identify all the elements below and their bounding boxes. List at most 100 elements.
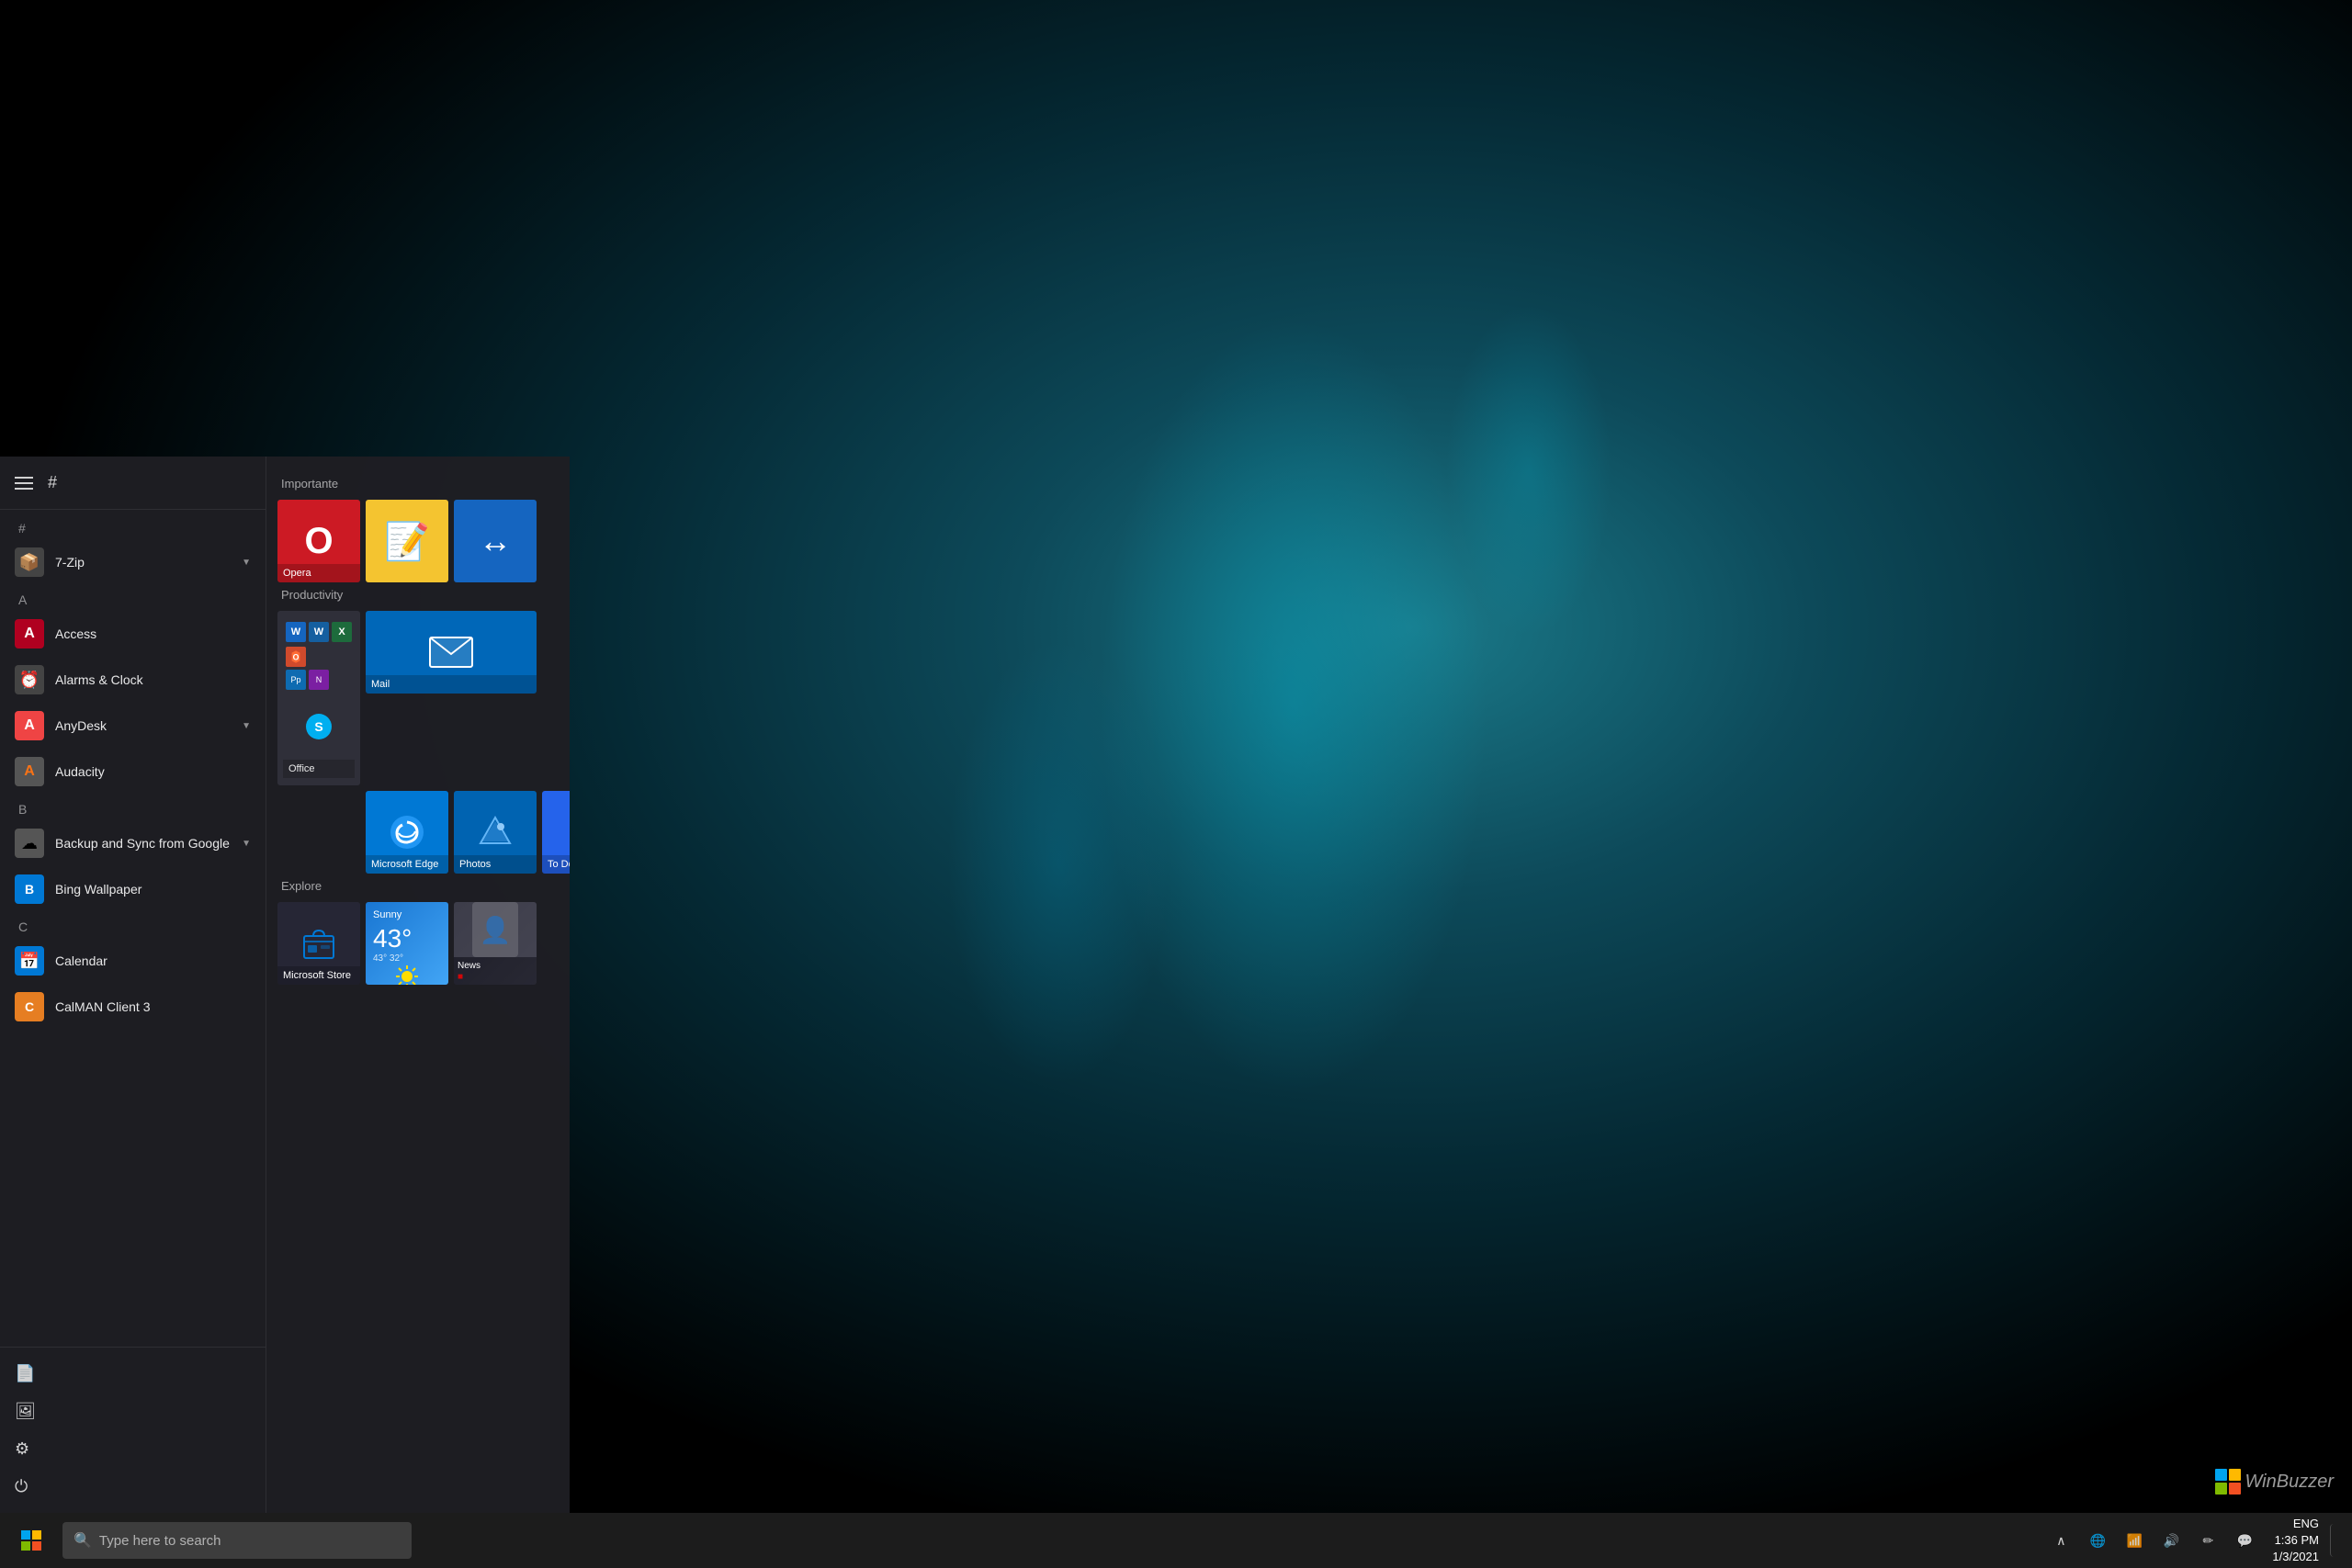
productivity-row2: Microsoft Edge Photos (366, 791, 559, 874)
app-name-access: Access (55, 626, 251, 641)
section-letter-hash: # (0, 513, 266, 539)
skype-icon-area: S (306, 714, 332, 739)
winbuzzer-watermark: WinBuzzer (2215, 1469, 2334, 1495)
app-icon-7zip: 📦 (15, 547, 44, 577)
power-button[interactable]: ⏻ (0, 1468, 266, 1506)
app-item-alarmsclock[interactable]: ⏰ Alarms & Clock (0, 657, 266, 703)
sound-icon[interactable]: 🔊 (2154, 1524, 2188, 1557)
clock-date: 1/3/2021 (2272, 1549, 2319, 1565)
app-item-access[interactable]: A Access (0, 611, 266, 657)
action-center-icon[interactable]: 💬 (2228, 1524, 2261, 1557)
office-apps-grid: W W X O Pp N (286, 618, 352, 694)
settings-icon: ⚙ (15, 1439, 29, 1459)
app-list-header: # (0, 457, 266, 510)
app-name-alarmsclock: Alarms & Clock (55, 672, 251, 687)
network-icon[interactable]: 🌐 (2081, 1524, 2114, 1557)
hamburger-button[interactable] (15, 477, 33, 490)
app-name-calman: CalMAN Client 3 (55, 999, 251, 1014)
tile-office-label: Office (283, 760, 355, 778)
news-content: 👤 News ■ (454, 902, 537, 985)
left-panel-bottom: 📄 🖼 ⚙ ⏻ (0, 1347, 266, 1513)
word-icon: W (309, 622, 329, 642)
move-ios-icon-area: ↔ (454, 500, 537, 582)
app-expand-7zip: ▼ (242, 558, 251, 568)
svg-text:O: O (293, 652, 300, 661)
tiles-panel: Importante O Opera 📝 ↔ Productivity (266, 457, 570, 1513)
weather-content: Sunny 43° 43° 32° (366, 902, 448, 985)
app-icon-access: A (15, 619, 44, 649)
taskbar: 🔍 Type here to search ∧ 🌐 📶 🔊 ✏ 💬 ENG 1:… (0, 1513, 2352, 1568)
tile-mail-label: Mail (366, 675, 537, 694)
section-explore: Explore (277, 879, 559, 893)
app-item-audacity[interactable]: A Audacity (0, 749, 266, 795)
photos-bottom-icon: 🖼 (15, 1402, 36, 1421)
tile-edge[interactable]: Microsoft Edge (366, 791, 448, 874)
importante-tiles-row: O Opera 📝 ↔ (277, 500, 559, 582)
start-menu: # # 📦 7-Zip ▼ A A Access ⏰ (0, 457, 570, 1513)
windows-logo (21, 1530, 41, 1551)
tile-todo[interactable]: To Do (542, 791, 570, 874)
file-explorer-icon: 📄 (15, 1364, 35, 1383)
winbuzzer-text: WinBuzzer (2245, 1472, 2334, 1493)
winbuzzer-logo (2215, 1469, 2241, 1495)
section-importante: Importante (277, 477, 559, 491)
tile-edge-label: Microsoft Edge (366, 855, 448, 874)
app-list: # 📦 7-Zip ▼ A A Access ⏰ Alarms & (0, 510, 266, 1347)
tile-weather[interactable]: Sunny 43° 43° 32° (366, 902, 448, 985)
app-list-panel: # # 📦 7-Zip ▼ A A Access ⏰ (0, 457, 266, 1513)
news-image: 👤 (454, 902, 537, 957)
chevron-up-icon[interactable]: ∧ (2044, 1524, 2077, 1557)
clock-language: ENG (2293, 1516, 2319, 1532)
news-label: News (458, 961, 533, 971)
file-explorer-button[interactable]: 📄 (0, 1355, 266, 1393)
app-icon-audacity: A (15, 757, 44, 786)
section-letter-b: B (0, 795, 266, 820)
tile-opera[interactable]: O Opera (277, 500, 360, 582)
section-letter-a: A (0, 585, 266, 611)
app-item-bingwallpaper[interactable]: B Bing Wallpaper (0, 866, 266, 912)
app-icon-anydesk: A (15, 711, 44, 740)
clock-area[interactable]: ENG 1:36 PM 1/3/2021 (2265, 1516, 2326, 1566)
app-icon-bingwallpaper: B (15, 874, 44, 904)
app-name-calendar: Calendar (55, 953, 251, 968)
tile-store[interactable]: Microsoft Store (277, 902, 360, 985)
app-icon-calendar: 📅 (15, 946, 44, 976)
app-item-backupsync[interactable]: ☁ Backup and Sync from Google ▼ (0, 820, 266, 866)
search-icon: 🔍 (74, 1531, 92, 1550)
search-bar[interactable]: 🔍 Type here to search (62, 1522, 412, 1559)
onenote-icon: N (309, 670, 329, 690)
pen-icon[interactable]: ✏ (2191, 1524, 2224, 1557)
news-badge: ■ (458, 972, 533, 982)
settings-button[interactable]: ⚙ (0, 1430, 266, 1468)
outlook-icon: W (286, 622, 306, 642)
powerpoint-icon: Pp (286, 670, 306, 690)
start-button[interactable] (7, 1517, 55, 1564)
app-item-calendar[interactable]: 📅 Calendar (0, 938, 266, 984)
app-name-bingwallpaper: Bing Wallpaper (55, 882, 251, 897)
app-expand-anydesk: ▼ (242, 721, 251, 731)
tile-opera-label: Opera (277, 564, 360, 582)
app-item-7zip[interactable]: 📦 7-Zip ▼ (0, 539, 266, 585)
excel-icon: X (332, 622, 352, 642)
app-name-backupsync: Backup and Sync from Google (55, 836, 231, 851)
app-name-anydesk: AnyDesk (55, 718, 231, 733)
tile-office[interactable]: W W X O Pp N S Office (277, 611, 360, 785)
news-label-area: News ■ (454, 957, 537, 985)
tile-sticky-notes[interactable]: 📝 (366, 500, 448, 582)
app-item-anydesk[interactable]: A AnyDesk ▼ (0, 703, 266, 749)
taskbar-right: ∧ 🌐 📶 🔊 ✏ 💬 ENG 1:36 PM 1/3/2021 (2044, 1516, 2345, 1566)
wifi-icon[interactable]: 📶 (2118, 1524, 2151, 1557)
weather-hilo: 43° 32° (373, 953, 441, 964)
weather-temp: 43° (373, 924, 441, 953)
weather-condition: Sunny (373, 909, 441, 920)
tile-photos[interactable]: Photos (454, 791, 537, 874)
tile-move-ios[interactable]: ↔ (454, 500, 537, 582)
office-main-icon: O (286, 647, 306, 667)
hash-label: # (48, 473, 57, 492)
tile-mail[interactable]: Mail (366, 611, 537, 694)
photos-bottom-button[interactable]: 🖼 (0, 1393, 266, 1430)
tile-news[interactable]: 👤 News ■ (454, 902, 537, 985)
app-item-calman[interactable]: C CalMAN Client 3 (0, 984, 266, 1030)
show-desktop-button[interactable] (2330, 1524, 2337, 1557)
search-placeholder-text: Type here to search (99, 1533, 221, 1549)
